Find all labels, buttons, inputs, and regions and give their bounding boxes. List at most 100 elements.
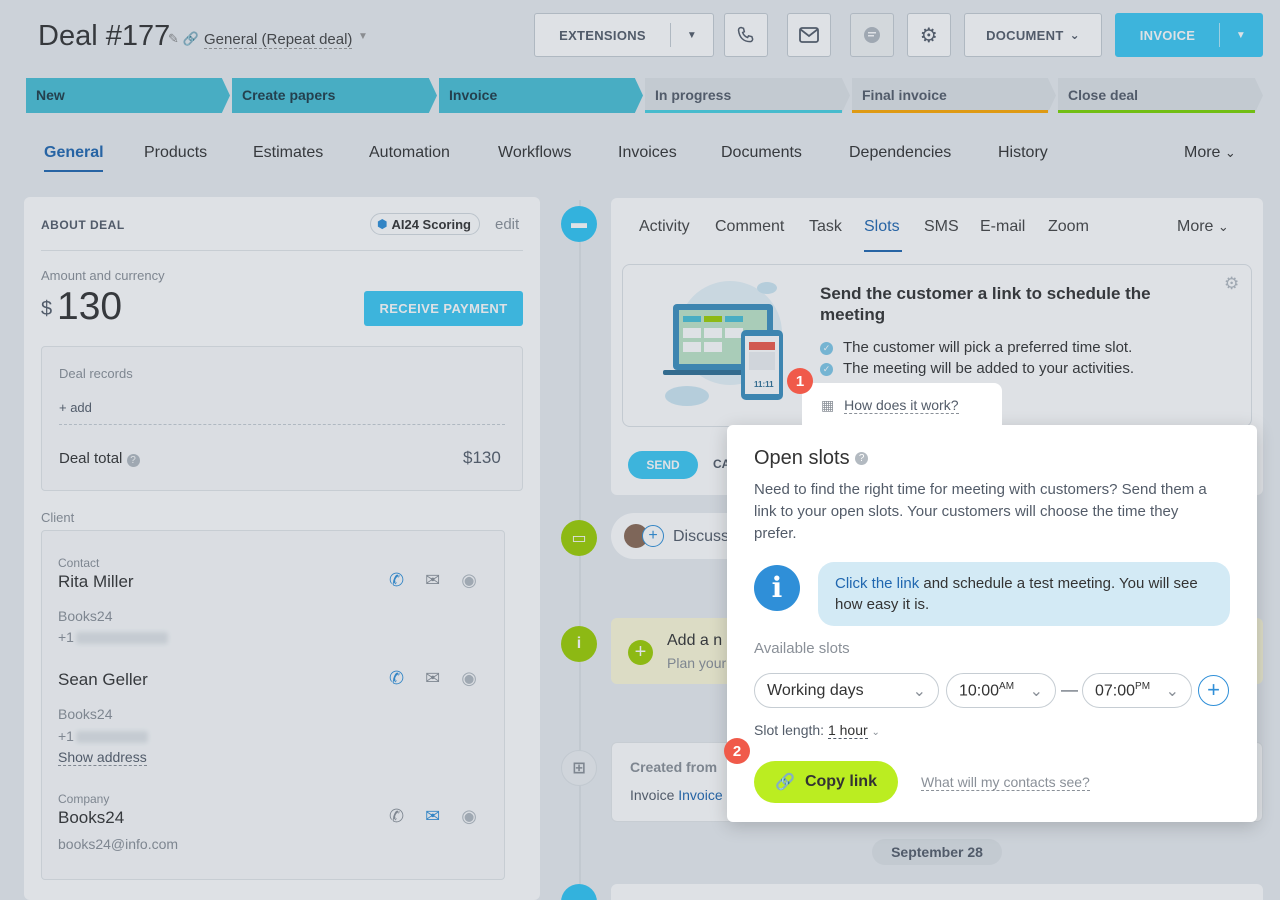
contact-name[interactable]: Sean Geller <box>58 670 148 690</box>
add-record-link[interactable]: + add <box>59 400 92 415</box>
tab-comment[interactable]: Comment <box>715 218 784 236</box>
chevron-down-icon[interactable]: ▼ <box>1220 30 1262 41</box>
promo-bullet: ✓ The meeting will be added to your activ… <box>820 360 1134 377</box>
add-slot-icon[interactable]: + <box>1198 675 1229 706</box>
deal-type-selector[interactable]: General (Repeat deal) <box>204 31 353 49</box>
email-button[interactable] <box>787 13 831 57</box>
what-contacts-see-link[interactable]: What will my contacts see? <box>921 774 1090 791</box>
chevron-down-icon: ⌄ <box>1069 28 1080 42</box>
chat-icon[interactable]: ◉ <box>461 668 477 688</box>
tab-slots[interactable]: Slots <box>864 218 900 236</box>
slot-length-select[interactable]: 1 hour <box>827 722 868 739</box>
tab-zoom[interactable]: Zoom <box>1048 218 1089 236</box>
settings-button[interactable]: ⚙ <box>907 13 951 57</box>
tab-general[interactable]: General <box>44 144 104 162</box>
show-address-link[interactable]: Show address <box>58 749 147 766</box>
tab-sms[interactable]: SMS <box>924 218 959 236</box>
tab-more[interactable]: More ⌄ <box>1177 218 1229 236</box>
check-icon: ✓ <box>820 362 833 376</box>
phone-button[interactable] <box>724 13 768 57</box>
link-icon[interactable]: 🔗 <box>183 31 199 46</box>
promo-bullet-text: The customer will pick a preferred time … <box>843 339 1133 356</box>
company-email[interactable]: books24@info.com <box>58 836 178 852</box>
envelope-icon[interactable]: ✉ <box>425 668 440 688</box>
invoice-link[interactable]: Invoice <box>678 787 722 803</box>
chevron-down-icon[interactable]: ▼ <box>671 30 713 41</box>
stage-label: Close deal <box>1068 87 1139 103</box>
tab-automation[interactable]: Automation <box>369 144 450 162</box>
deal-records-label: Deal records <box>59 366 133 381</box>
how-does-it-work-link[interactable]: ▦ How does it work? <box>821 397 959 414</box>
envelope-icon[interactable]: ✉ <box>425 806 440 826</box>
tab-invoices[interactable]: Invoices <box>618 144 677 162</box>
extensions-button[interactable]: EXTENSIONS ▼ <box>534 13 714 57</box>
stage-new[interactable]: New <box>26 78 230 113</box>
tab-products[interactable]: Products <box>144 144 207 162</box>
tab-estimates[interactable]: Estimates <box>253 144 323 162</box>
comment-dot-icon: ▬ <box>561 206 597 242</box>
receive-payment-button[interactable]: RECEIVE PAYMENT <box>364 291 523 326</box>
tab-more[interactable]: More ⌄ <box>1184 144 1236 162</box>
chat-icon[interactable]: ◉ <box>461 570 477 590</box>
ai-scoring-badge[interactable]: ⬢ AI24 Scoring <box>370 213 480 235</box>
phone-icon[interactable]: ✆ <box>389 570 404 590</box>
chat-button[interactable] <box>850 13 894 57</box>
copy-link-button[interactable]: 🔗 Copy link <box>754 761 898 803</box>
tab-documents[interactable]: Documents <box>721 144 802 162</box>
deal-total-value: $130 <box>463 448 501 467</box>
document-button[interactable]: DOCUMENT ⌄ <box>964 13 1102 57</box>
contact-company: Books24 <box>58 706 113 722</box>
invoice-button[interactable]: INVOICE ▼ <box>1115 13 1263 57</box>
contact-name[interactable]: Rita Miller <box>58 572 134 592</box>
stage-create-papers[interactable]: Create papers <box>232 78 437 113</box>
note-subtitle: Plan your <box>667 655 727 671</box>
stage-close-deal[interactable]: Close deal <box>1058 78 1263 113</box>
stage-in-progress[interactable]: In progress <box>645 78 850 113</box>
edit-link[interactable]: edit <box>495 216 519 233</box>
add-participant-icon[interactable]: + <box>642 525 664 547</box>
stage-final-invoice[interactable]: Final invoice <box>852 78 1056 113</box>
tab-underline <box>864 250 902 252</box>
company-name[interactable]: Books24 <box>58 808 124 828</box>
plus-icon[interactable]: + <box>628 640 653 665</box>
how-link-text: How does it work? <box>844 397 959 414</box>
tab-email[interactable]: E-mail <box>980 218 1025 236</box>
tab-history[interactable]: History <box>998 144 1048 162</box>
tab-task[interactable]: Task <box>809 218 842 236</box>
contact-phone[interactable]: +1 <box>58 728 148 744</box>
tab-workflows[interactable]: Workflows <box>498 144 572 162</box>
invoice-prefix: Invoice <box>630 787 675 803</box>
phone-icon[interactable]: ✆ <box>389 668 404 688</box>
help-icon[interactable]: ? <box>855 452 869 466</box>
deal-amount: 130 <box>57 285 123 328</box>
help-icon[interactable]: ? <box>126 454 140 467</box>
invoice-label: INVOICE <box>1139 27 1196 43</box>
from-time-select[interactable]: 10:00AM ⌄ <box>946 673 1056 708</box>
gear-icon[interactable]: ⚙ <box>1224 274 1239 294</box>
send-button[interactable]: SEND <box>628 451 698 479</box>
chevron-down-icon[interactable]: ▼ <box>358 31 368 42</box>
gear-icon: ⚙ <box>919 24 939 47</box>
info-dot-icon: i <box>561 626 597 662</box>
contact-phone[interactable]: +1 <box>58 629 168 645</box>
popup-title-text: Open slots <box>754 447 850 469</box>
chevron-down-icon: ⌄ <box>1029 682 1043 700</box>
envelope-icon[interactable]: ✉ <box>425 570 440 590</box>
tab-activity[interactable]: Activity <box>639 218 690 236</box>
click-the-link[interactable]: Click the link <box>835 575 919 592</box>
stage-label: In progress <box>655 87 732 103</box>
days-select[interactable]: Working days ⌄ <box>754 673 939 708</box>
phone-icon[interactable]: ✆ <box>389 806 404 826</box>
activity-dot-icon <box>561 884 597 900</box>
tab-dependencies[interactable]: Dependencies <box>849 144 951 162</box>
info-bubble: Click the link and schedule a test meeti… <box>818 562 1230 626</box>
company-actions: ✆ ✉ ◉ <box>389 806 477 827</box>
ai-scoring-icon: ⬢ <box>377 217 388 231</box>
stage-label: Invoice <box>449 87 498 103</box>
stage-invoice[interactable]: Invoice <box>439 78 643 113</box>
chat-icon[interactable]: ◉ <box>461 806 477 826</box>
created-from-title: Created from <box>630 759 718 775</box>
to-time-select[interactable]: 07:00PM ⌄ <box>1082 673 1192 708</box>
edit-pencil-icon[interactable]: ✎ 🔗 <box>168 31 199 47</box>
contact-label: Contact <box>58 556 100 570</box>
